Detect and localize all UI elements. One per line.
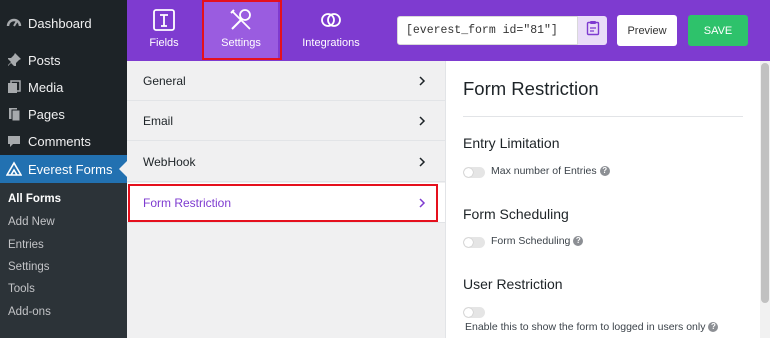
help-icon[interactable]: ?	[708, 322, 719, 333]
app-root: Dashboard Posts Media Pages Comments Eve…	[0, 0, 770, 338]
wp-menu-label: Pages	[28, 106, 65, 122]
chevron-right-icon	[416, 114, 428, 126]
option-label-form-scheduling: Form Scheduling?	[491, 235, 584, 247]
pushpin-icon	[5, 51, 23, 69]
settings-nav: General Email WebHook Form Restriction	[127, 61, 446, 338]
chevron-right-icon	[416, 196, 428, 208]
submenu-entries[interactable]: Entries	[8, 239, 44, 251]
pages-icon	[5, 105, 23, 123]
toggle-user-restriction[interactable]	[463, 307, 485, 318]
wp-menu-everest-forms[interactable]: Everest Forms	[0, 155, 127, 183]
user-restriction-description: Enable this to show the form to logged i…	[465, 321, 719, 333]
page-title: Form Restriction	[463, 78, 599, 99]
everest-forms-icon	[5, 160, 23, 178]
tab-fields[interactable]: Fields	[127, 0, 201, 60]
save-button[interactable]: SAVE	[688, 15, 748, 46]
active-menu-pointer	[119, 161, 127, 177]
tab-label: Fields	[149, 37, 179, 49]
settings-nav-label: Form Restriction	[143, 196, 232, 210]
help-icon[interactable]: ?	[599, 166, 610, 177]
wp-menu-dashboard[interactable]: Dashboard	[0, 9, 127, 37]
chevron-right-icon	[416, 155, 428, 167]
divider	[463, 116, 743, 117]
tab-settings[interactable]: Settings	[204, 0, 278, 60]
settings-nav-form-restriction[interactable]: Form Restriction	[127, 183, 445, 223]
integrations-icon	[318, 7, 344, 33]
option-label-max-entries: Max number of Entries?	[491, 165, 610, 177]
tab-integrations[interactable]: Integrations	[294, 0, 368, 60]
section-heading-user-restriction: User Restriction	[463, 276, 563, 292]
preview-button[interactable]: Preview	[617, 15, 677, 46]
help-icon[interactable]: ?	[573, 236, 584, 247]
toggle-form-scheduling[interactable]	[463, 237, 485, 248]
settings-nav-label: General	[143, 74, 186, 88]
wp-submenu: All Forms Add New Entries Settings Tools…	[0, 183, 127, 338]
tab-label: Settings	[221, 37, 261, 49]
chevron-right-icon	[416, 74, 428, 86]
copy-shortcode-button[interactable]	[578, 16, 607, 45]
submenu-add-ons[interactable]: Add-ons	[8, 306, 51, 318]
wp-menu-label: Everest Forms	[28, 161, 113, 177]
settings-nav-general[interactable]: General	[127, 61, 445, 101]
section-heading-form-scheduling: Form Scheduling	[463, 206, 569, 222]
wp-admin-sidebar: Dashboard Posts Media Pages Comments Eve…	[0, 0, 127, 338]
tab-label: Integrations	[302, 37, 360, 49]
wp-menu-label: Media	[28, 79, 64, 95]
settings-nav-label: Email	[143, 114, 174, 128]
settings-nav-email[interactable]: Email	[127, 101, 445, 141]
submenu-settings[interactable]: Settings	[8, 261, 50, 273]
section-heading-entry-limitation: Entry Limitation	[463, 135, 560, 151]
content-scrollbar[interactable]	[760, 61, 770, 338]
scrollbar-thumb[interactable]	[761, 63, 769, 303]
wp-menu-comments[interactable]: Comments	[0, 127, 127, 155]
fields-icon	[151, 7, 177, 33]
clipboard-icon	[586, 20, 600, 41]
media-icon	[5, 78, 23, 96]
settings-nav-webhook[interactable]: WebHook	[127, 142, 445, 182]
submenu-add-new[interactable]: Add New	[8, 216, 55, 228]
settings-content: Form Restriction Entry Limitation Max nu…	[447, 61, 760, 338]
settings-nav-label: WebHook	[143, 155, 196, 169]
form-builder-header: Fields Settings Integrations [everest_fo…	[127, 0, 770, 61]
submenu-tools[interactable]: Tools	[8, 283, 35, 295]
wp-menu-label: Posts	[28, 52, 61, 68]
wp-menu-media[interactable]: Media	[0, 73, 127, 101]
wp-menu-pages[interactable]: Pages	[0, 100, 127, 128]
submenu-all-forms[interactable]: All Forms	[8, 193, 61, 205]
wp-menu-label: Comments	[28, 133, 91, 149]
dashboard-icon	[5, 14, 23, 32]
wp-menu-label: Dashboard	[28, 15, 92, 31]
settings-tools-icon	[228, 7, 254, 33]
toggle-max-entries[interactable]	[463, 167, 485, 178]
wp-menu-posts[interactable]: Posts	[0, 46, 127, 74]
shortcode-field[interactable]: [everest_form id="81"]	[397, 16, 578, 45]
comment-icon	[5, 132, 23, 150]
